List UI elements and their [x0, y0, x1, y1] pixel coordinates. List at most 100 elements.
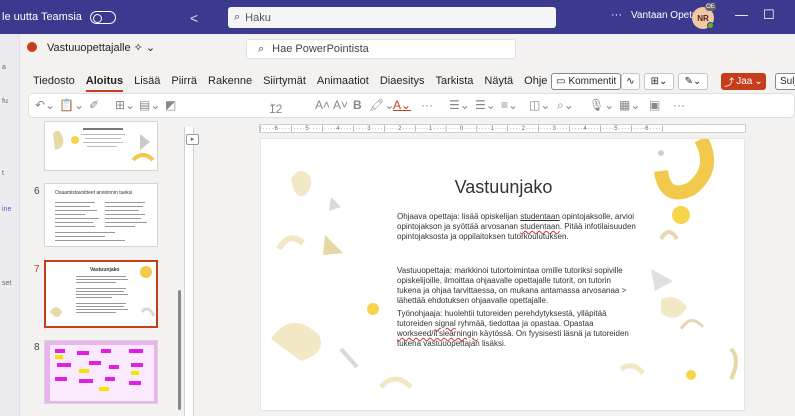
addins-icon[interactable]: ▣: [649, 98, 660, 112]
slide-paragraph-vastuuopettaja[interactable]: Vastuuopettaja: markkinoi tutortoimintaa…: [397, 266, 637, 306]
dictate-icon[interactable]: 🎙⌄: [589, 98, 614, 112]
search-icon: ⌕: [234, 11, 241, 23]
vertical-ruler: [184, 127, 194, 416]
share-button[interactable]: ⤴ Jaa ⌄: [721, 73, 766, 90]
bullets-icon[interactable]: ☰⌄: [449, 98, 470, 112]
spelling-flagged-word: signal: [434, 319, 456, 328]
tab-piirra[interactable]: Piirrä: [171, 75, 197, 87]
layout-icon[interactable]: ▤⌄: [139, 98, 160, 112]
grow-font-icon[interactable]: A˄: [315, 98, 330, 112]
designer-icon[interactable]: ▦⌄: [619, 98, 640, 112]
teams-left-rail: a fu t ine set: [0, 34, 20, 416]
slide-number: 6: [34, 186, 40, 197]
paragraph-text: ryhmää, tiedottaa ja opastaa. Opastaa: [455, 319, 594, 328]
avatar-badge: OE: [705, 3, 716, 11]
slide-canvas[interactable]: Vastuunjako Ohjaava opettaja: lisää opis…: [260, 138, 745, 411]
thumbnail-notes: [50, 345, 154, 401]
maximize-button[interactable]: ☐: [763, 7, 775, 23]
rail-label[interactable]: a: [2, 64, 6, 71]
ppt-header: Vastuuopettajalle ✧ ⌄ ⌕ Hae PowerPointis…: [20, 34, 795, 70]
thumbnail-scrollbar[interactable]: [178, 290, 181, 410]
catch-up-icon[interactable]: ∿: [621, 73, 640, 90]
bold-icon[interactable]: B: [353, 98, 362, 112]
new-slide-icon[interactable]: ⊞⌄: [115, 98, 135, 112]
search-icon: ⌕: [258, 42, 265, 55]
spelling-flagged-word: studentaan: [520, 222, 560, 231]
highlight-icon[interactable]: 🖍⌄: [369, 98, 394, 112]
paragraph-link: studentaan: [520, 212, 560, 221]
tab-siirtymat[interactable]: Siirtymät: [263, 75, 306, 87]
format-painter-icon[interactable]: ✐: [89, 98, 99, 112]
spelling-flagged-word: workseed/it'slearningin: [397, 329, 478, 338]
minimize-button[interactable]: —: [735, 7, 748, 22]
thumbnail-decor: [50, 266, 156, 317]
ppt-search-placeholder: Hae PowerPointista: [272, 43, 369, 55]
rail-label[interactable]: set: [2, 280, 11, 287]
tab-rakenne[interactable]: Rakenne: [208, 75, 252, 87]
slide-title[interactable]: Vastuunjako: [261, 177, 744, 198]
tab-nayta[interactable]: Näytä: [484, 75, 513, 87]
present-icon[interactable]: ⊞⌄: [644, 73, 674, 90]
thumbnail-decor: [53, 128, 155, 162]
font-color-icon[interactable]: A⌄: [393, 98, 411, 112]
file-name-text: Vastuuopettajalle: [47, 42, 131, 54]
thumbnail-text-lines: [55, 202, 147, 241]
more-font-icon[interactable]: ···: [421, 98, 433, 112]
undo-icon[interactable]: ↶⌄: [35, 98, 55, 112]
tab-aloitus[interactable]: Aloitus: [85, 75, 124, 92]
slide-number: 7: [34, 264, 40, 275]
shapes-icon[interactable]: ◫⌄: [529, 98, 550, 112]
slide-thumbnail[interactable]: [44, 121, 158, 171]
chevron-down-icon: ⌄: [754, 76, 763, 87]
slide-thumbnail[interactable]: [44, 340, 158, 404]
file-name[interactable]: Vastuuopettajalle ✧ ⌄: [47, 41, 155, 54]
comment-icon: ▭: [556, 76, 566, 87]
teams-search-input[interactable]: ⌕ Haku: [228, 7, 556, 28]
slide-paragraph-ohjaava[interactable]: Ohjaava opettaja: lisää opiskelijan stud…: [397, 212, 637, 242]
collapse-pane-icon[interactable]: ▸: [186, 134, 199, 145]
teams-title: le uutta Teamsia: [2, 11, 82, 23]
tab-animaatiot[interactable]: Animaatiot: [317, 75, 369, 87]
teams-search-placeholder: Haku: [245, 11, 271, 24]
new-teams-toggle[interactable]: [89, 10, 116, 24]
ppt-search-input[interactable]: ⌕ Hae PowerPointista: [246, 39, 516, 59]
align-icon[interactable]: ≡⌄: [501, 98, 518, 112]
slide-thumbnail[interactable]: Osaamistavoitteet arvioinnin tueksi: [44, 183, 158, 247]
paragraph-text: Ohjaava opettaja: lisää opiskelijan: [397, 212, 521, 221]
more-commands-icon[interactable]: ···: [673, 98, 685, 112]
rail-label[interactable]: t: [2, 170, 4, 177]
share-label: Jaa: [736, 76, 753, 87]
command-bar: ↶⌄ 📋⌄ ✐ ⊞⌄ ▤⌄ ◩ 12 ⌄ A˄ A˅ B 🖍⌄ A⌄ ··· ☰…: [28, 93, 795, 118]
powerpoint-logo-icon: [27, 42, 37, 52]
comments-label: Kommentit: [568, 76, 617, 87]
font-size-value: 12: [269, 102, 283, 116]
more-options-button[interactable]: ···: [611, 9, 622, 21]
share-icon: ⤴: [724, 78, 735, 89]
rail-label[interactable]: fu: [2, 98, 8, 105]
paste-icon[interactable]: 📋⌄: [59, 98, 84, 112]
slide-thumbnail-pane: 6 Osaamistavoitteet arvioinnin tueksi 7: [20, 118, 182, 416]
tab-tiedosto[interactable]: Tiedosto: [33, 75, 75, 87]
horizontal-ruler: |····6····|····5····|····4····|····3····…: [259, 124, 746, 133]
shrink-font-icon[interactable]: A˅: [333, 98, 348, 112]
font-size-select[interactable]: 12 ⌄: [269, 98, 282, 116]
pen-icon[interactable]: ✎⌄: [678, 73, 708, 90]
close-button[interactable]: Sulj: [775, 73, 795, 90]
comments-button[interactable]: ▭ Kommentit: [551, 73, 622, 90]
slide-thumbnail-selected[interactable]: Vastuunjako: [44, 260, 158, 328]
slide-paragraph-tyonohjaaja[interactable]: Työnohjaaja: huolehtii tutoreiden perehd…: [397, 309, 637, 349]
find-icon[interactable]: ⌕⌄: [557, 98, 574, 113]
ribbon-tabs: Tiedosto Aloitus Lisää Piirrä Rakenne Si…: [20, 70, 795, 92]
tab-diaesitys[interactable]: Diaesitys: [380, 75, 425, 87]
tab-lisaa[interactable]: Lisää: [134, 75, 160, 87]
file-name-suffix: ✧ ⌄: [133, 42, 156, 54]
slide-number: 8: [34, 342, 40, 353]
tab-tarkista[interactable]: Tarkista: [435, 75, 473, 87]
tab-ohje[interactable]: Ohje: [524, 75, 547, 87]
presence-status-icon: [707, 22, 714, 29]
numbering-icon[interactable]: ☰⌄: [475, 98, 496, 112]
app-window: le uutta Teamsia < > ⌕ Haku ··· Vantaan …: [0, 0, 795, 416]
teams-title-bar: le uutta Teamsia < > ⌕ Haku ··· Vantaan …: [0, 0, 795, 34]
rail-label[interactable]: ine: [2, 206, 11, 213]
reset-icon[interactable]: ◩: [165, 98, 176, 112]
